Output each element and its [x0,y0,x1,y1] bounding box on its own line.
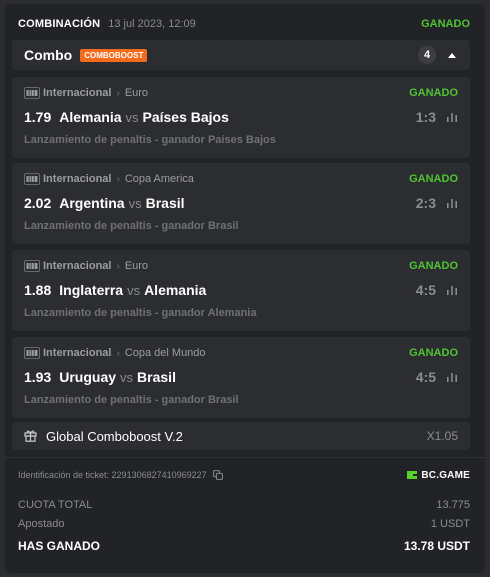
bet-status: GANADO [409,260,458,272]
fifa-icon [24,173,40,185]
home-team: Alemania [59,109,122,125]
bet-tournament: Copa America [124,173,194,185]
bet-league: Internacional [43,260,112,272]
bet-league: Internacional [43,347,112,359]
bet-status: GANADO [409,173,458,185]
selection-count: 4 [418,46,436,64]
ticket-id-row: Identificación de ticket: 22913068274109… [18,468,470,482]
ticket-status: GANADO [421,18,470,30]
copy-icon[interactable] [212,470,223,480]
away-team: Brasil [145,195,185,211]
combo-toggle[interactable]: Combo COMBOBOOST 4 [12,40,470,70]
bet-odds: 2.02 [24,195,52,211]
bet-tournament: Euro [124,260,149,272]
staked-row: Apostado 1 USDT [18,517,470,531]
bet-league: Internacional [43,173,112,185]
home-team: Uruguay [59,369,117,385]
fifa-icon [24,347,40,359]
breadcrumb-separator-icon: › [116,260,120,272]
staked-label: Apostado [18,518,65,530]
bet-tournament: Euro [124,87,149,99]
winnings-row: HAS GANADO 13.78 USDT [18,538,470,554]
fifa-icon [24,260,40,272]
bc-game-logo-icon [406,469,418,481]
bet-odds: 1.88 [24,282,52,298]
bet-match: 1.88 Inglaterra vs Alemania 4:5 [24,281,458,299]
breadcrumb-separator-icon: › [116,347,120,359]
home-team: Argentina [59,195,125,211]
bet-market: Lanzamiento de penaltis - ganador Brasil [24,220,239,232]
stats-icon[interactable] [446,284,458,296]
brand-logo: BC.GAME [406,469,470,481]
staked-value: 1 USDT [430,518,470,530]
bet-meta: Internacional › Copa America GANADO [24,172,458,186]
ticket-id: Identificación de ticket: 22913068274109… [18,470,207,480]
breadcrumb-separator-icon: › [116,87,120,99]
brand-name: BC.GAME [421,469,470,481]
boost-multiplier: X1.05 [426,429,458,443]
vs-label: vs [125,109,139,125]
home-team: Inglaterra [59,282,124,298]
ticket-type: COMBINACIÓN [18,18,101,30]
combo-title: Combo [24,47,73,63]
match-score: 1:3 [415,109,436,125]
stats-icon[interactable] [446,371,458,383]
bet-selection-card[interactable]: Internacional › Copa America GANADO 2.02 Arge… [12,163,470,244]
bet-market: Lanzamiento de penaltis - ganador Aleman… [24,307,257,319]
winnings-label: HAS GANADO [18,539,101,553]
total-odds-value: 13.775 [436,499,470,511]
bet-odds: 1.93 [24,369,52,385]
total-odds-label: CUOTA TOTAL [18,499,93,511]
bet-match: 1.93 Uruguay vs Brasil 4:5 [24,368,458,386]
bet-odds: 1.79 [24,109,52,125]
bet-meta: Internacional › Euro GANADO [24,86,458,100]
bet-match: 1.79 Alemania vs Países Bajos 1:3 [24,108,458,126]
away-team: Países Bajos [142,109,229,125]
global-comboboost-row: Global Comboboost V.2 X1.05 [12,422,470,450]
bet-meta: Internacional › Copa del Mundo GANADO [24,346,458,360]
comboboost-badge: COMBOBOOST [80,48,148,62]
stats-icon[interactable] [446,197,458,209]
vs-label: vs [128,195,142,211]
bet-selection-card[interactable]: Internacional › Copa del Mundo GANADO 1.93 Ur… [12,337,470,418]
ticket-date: 13 jul 2023, 12:09 [108,18,196,30]
away-team: Brasil [137,369,176,385]
vs-label: vs [127,282,141,298]
bet-status: GANADO [409,347,458,359]
bet-selection-card[interactable]: Internacional › Euro GANADO 1.79 Alemania vs Pa… [12,77,470,158]
match-score: 2:3 [415,195,436,211]
bet-league: Internacional [43,87,112,99]
bet-market: Lanzamiento de penaltis - ganador Brasil [24,394,239,406]
boost-label: Global Comboboost V.2 [46,428,183,444]
ticket-header: COMBINACIÓN 13 jul 2023, 12:09 GANADO [18,16,470,32]
gift-icon [24,429,38,443]
bet-selection-card[interactable]: Internacional › Euro GANADO 1.88 Inglaterra vs… [12,250,470,331]
breadcrumb-separator-icon: › [116,173,120,185]
chevron-up-icon[interactable] [446,49,458,61]
vs-label: vs [120,369,134,385]
bet-meta: Internacional › Euro GANADO [24,259,458,273]
bet-status: GANADO [409,87,458,99]
match-score: 4:5 [415,369,436,385]
match-score: 4:5 [415,282,436,298]
bet-tournament: Copa del Mundo [124,347,206,359]
total-odds-row: CUOTA TOTAL 13.775 [18,498,470,512]
bet-match: 2.02 Argentina vs Brasil 2:3 [24,194,458,212]
away-team: Alemania [144,282,207,298]
divider [5,457,485,458]
bet-market: Lanzamiento de penaltis - ganador Países… [24,134,276,146]
stats-icon[interactable] [446,111,458,123]
fifa-icon [24,87,40,99]
winnings-value: 13.78 USDT [403,539,470,553]
